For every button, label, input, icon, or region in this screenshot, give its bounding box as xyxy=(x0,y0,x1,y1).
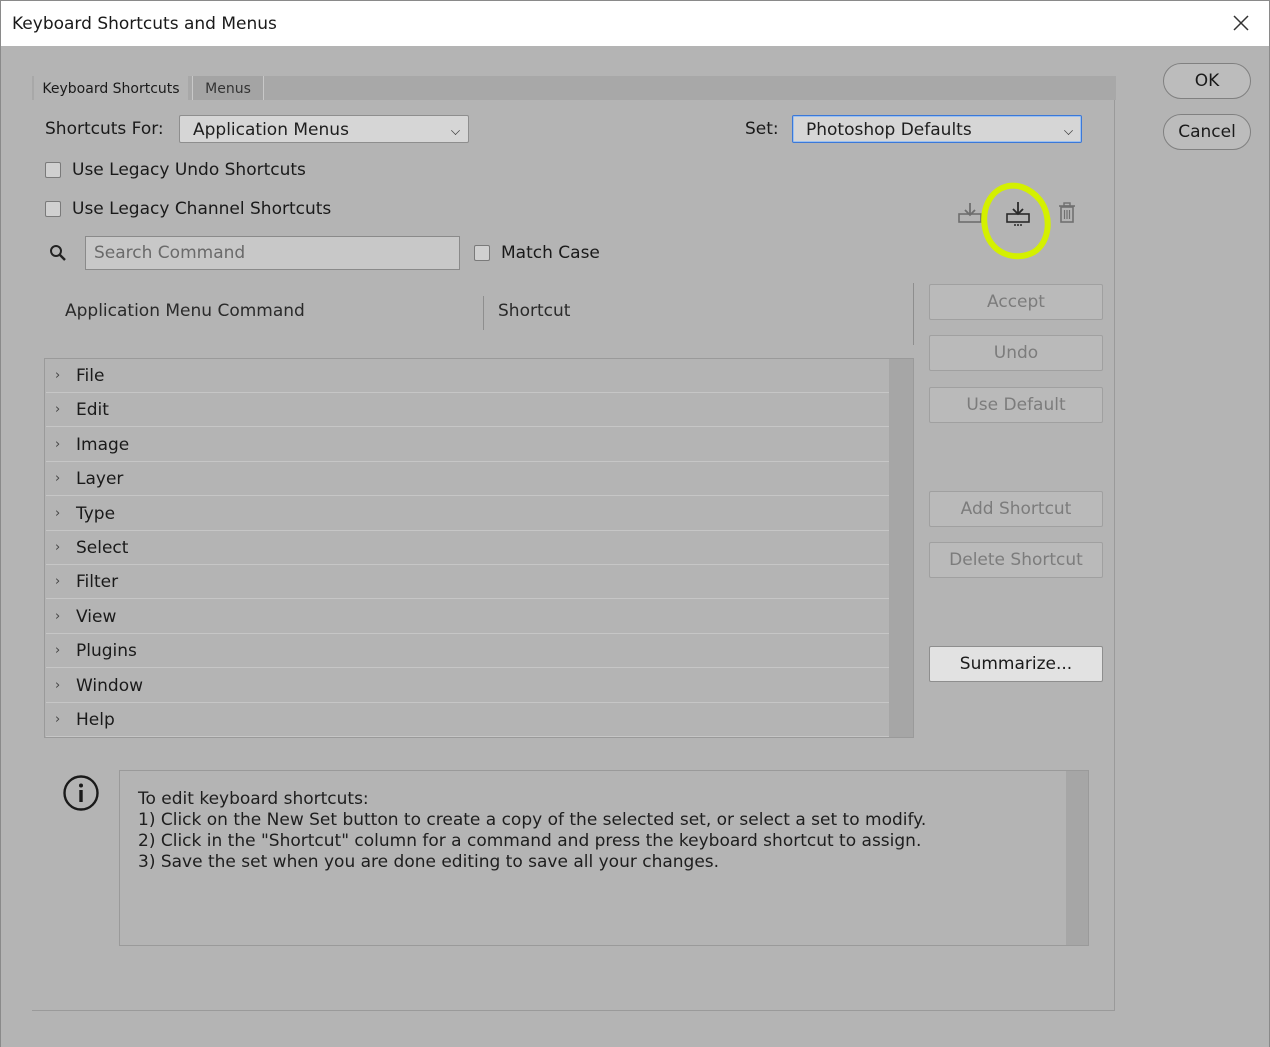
table-row[interactable]: › Help xyxy=(46,703,889,737)
info-scrollbar[interactable] xyxy=(1066,771,1088,945)
trash-icon[interactable] xyxy=(1054,200,1080,226)
chevron-down-icon xyxy=(1064,126,1073,135)
table-row[interactable]: › Image xyxy=(46,428,889,462)
info-box: To edit keyboard shortcuts: 1) Click on … xyxy=(119,770,1089,946)
chevron-right-icon[interactable]: › xyxy=(55,506,60,521)
table-row[interactable]: › Layer xyxy=(46,462,889,497)
shortcuts-for-dropdown[interactable]: Application Menus xyxy=(179,115,469,143)
legacy-undo-label[interactable]: Use Legacy Undo Shortcuts xyxy=(72,160,306,180)
column-divider xyxy=(483,296,484,330)
chevron-right-icon[interactable]: › xyxy=(55,712,60,727)
add-shortcut-button[interactable]: Add Shortcut xyxy=(929,491,1103,527)
shortcuts-for-label: Shortcuts For: xyxy=(45,119,164,139)
accept-button[interactable]: Accept xyxy=(929,284,1103,320)
menu-command-label: Help xyxy=(76,710,115,730)
set-dropdown[interactable]: Photoshop Defaults xyxy=(792,115,1082,143)
match-case-label[interactable]: Match Case xyxy=(501,243,600,263)
table-row[interactable]: › Plugins xyxy=(46,634,889,669)
menu-command-label: File xyxy=(76,366,105,386)
chevron-right-icon[interactable]: › xyxy=(55,574,60,589)
table-row[interactable]: › Type xyxy=(46,497,889,531)
table-row[interactable]: › Select xyxy=(46,531,889,565)
match-case-checkbox[interactable] xyxy=(474,245,490,261)
delete-shortcut-button[interactable]: Delete Shortcut xyxy=(929,542,1103,578)
menu-command-label: Image xyxy=(76,434,130,455)
menu-command-label: Type xyxy=(76,503,116,524)
info-line: 2) Click in the "Shortcut" column for a … xyxy=(138,831,922,851)
cancel-button[interactable]: Cancel xyxy=(1163,114,1251,150)
menu-command-label: Select xyxy=(76,538,129,558)
chevron-right-icon[interactable]: › xyxy=(55,437,60,452)
table-row[interactable]: › File xyxy=(46,359,889,393)
header-divider xyxy=(913,283,914,345)
use-default-button[interactable]: Use Default xyxy=(929,387,1103,423)
undo-button[interactable]: Undo xyxy=(929,335,1103,371)
shortcuts-for-value: Application Menus xyxy=(193,120,349,140)
summarize-button[interactable]: Summarize... xyxy=(929,646,1103,682)
menu-command-label: Plugins xyxy=(76,641,137,662)
annotation-circle xyxy=(981,182,1051,260)
legacy-undo-checkbox[interactable] xyxy=(45,162,61,178)
close-icon[interactable] xyxy=(1227,9,1255,37)
table-row[interactable]: › View xyxy=(46,600,889,634)
window-title: Keyboard Shortcuts and Menus xyxy=(12,14,277,34)
info-line: To edit keyboard shortcuts: xyxy=(138,789,369,809)
column-header-shortcut[interactable]: Shortcut xyxy=(498,301,570,321)
chevron-right-icon[interactable]: › xyxy=(55,678,60,693)
command-list[interactable]: › File › Edit › Image › Layer › Type › Select › Filte… xyxy=(44,358,914,738)
menu-command-label: Layer xyxy=(76,469,124,490)
search-input[interactable] xyxy=(85,236,460,270)
list-scrollbar[interactable] xyxy=(889,359,913,737)
info-line: 3) Save the set when you are done editin… xyxy=(138,852,720,872)
table-row[interactable]: › Filter xyxy=(46,565,889,600)
set-value: Photoshop Defaults xyxy=(806,120,972,140)
table-row[interactable]: › Window xyxy=(46,669,889,703)
search-icon xyxy=(50,245,66,261)
chevron-down-icon xyxy=(451,126,460,135)
title-bar: Keyboard Shortcuts and Menus xyxy=(0,0,1270,46)
chevron-right-icon[interactable]: › xyxy=(55,540,60,555)
info-line: 1) Click on the New Set button to create… xyxy=(138,810,927,830)
chevron-right-icon[interactable]: › xyxy=(55,643,60,658)
chevron-right-icon[interactable]: › xyxy=(55,402,60,417)
menu-command-label: Window xyxy=(76,675,144,696)
legacy-channel-label[interactable]: Use Legacy Channel Shortcuts xyxy=(72,199,331,219)
ok-button[interactable]: OK xyxy=(1163,63,1251,99)
menu-command-label: Filter xyxy=(76,572,119,593)
tab-keyboard-shortcuts[interactable]: Keyboard Shortcuts xyxy=(34,76,188,100)
info-icon xyxy=(63,775,99,811)
menu-command-label: Edit xyxy=(76,400,109,421)
set-label: Set: xyxy=(745,119,779,139)
legacy-channel-checkbox[interactable] xyxy=(45,201,61,217)
tab-menus[interactable]: Menus xyxy=(192,76,264,100)
chevron-right-icon[interactable]: › xyxy=(55,368,60,383)
window-border-left xyxy=(0,45,1,1047)
table-row[interactable]: › Edit xyxy=(46,393,889,428)
menu-command-label: View xyxy=(76,606,117,627)
chevron-right-icon[interactable]: › xyxy=(55,609,60,624)
column-header-command[interactable]: Application Menu Command xyxy=(65,301,305,321)
chevron-right-icon[interactable]: › xyxy=(55,471,60,486)
